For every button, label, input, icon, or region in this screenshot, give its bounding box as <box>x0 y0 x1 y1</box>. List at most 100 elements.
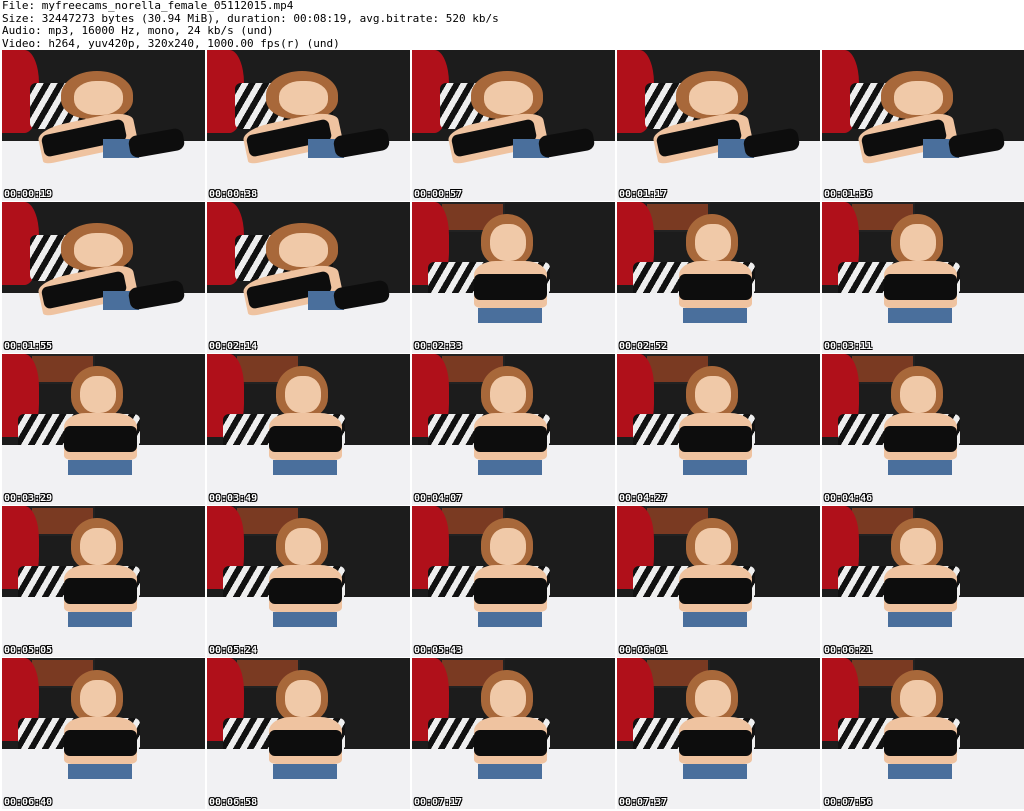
person-figure <box>22 223 187 344</box>
video-thumbnail: 00:06:40 <box>2 658 205 809</box>
black-top <box>883 577 957 604</box>
denim-shorts <box>683 611 748 628</box>
timestamp-label: 00:07:17 <box>414 797 463 808</box>
denim-shorts <box>478 459 543 476</box>
face <box>900 680 936 717</box>
video-thumbnail: 00:07:17 <box>412 658 615 809</box>
face <box>490 528 526 565</box>
video-thumbnail: 00:02:52 <box>617 202 820 353</box>
stockings <box>333 278 392 310</box>
timestamp-label: 00:04:07 <box>414 493 463 504</box>
face <box>900 224 936 261</box>
face <box>484 80 533 115</box>
black-top <box>678 577 752 604</box>
stockings <box>538 126 597 158</box>
face <box>285 376 321 413</box>
black-top <box>473 577 547 604</box>
thumbnail-grid: 00:00:19 00:00:38 00:00:57 00:01:17 00:01:36… <box>0 50 1024 811</box>
face <box>80 376 116 413</box>
face <box>279 80 328 115</box>
timestamp-label: 00:01:36 <box>824 189 873 200</box>
face <box>900 528 936 565</box>
video-thumbnail: 00:01:17 <box>617 50 820 201</box>
timestamp-label: 00:06:40 <box>4 797 53 808</box>
video-thumbnail: 00:01:55 <box>2 202 205 353</box>
video-thumbnail: 00:03:49 <box>207 354 410 505</box>
black-top <box>678 273 752 300</box>
black-top <box>678 425 752 452</box>
black-top <box>473 729 547 756</box>
video-thumbnail: 00:00:19 <box>2 50 205 201</box>
video-thumbnail: 00:04:46 <box>822 354 1024 505</box>
video-thumbnail: 00:02:33 <box>412 202 615 353</box>
timestamp-label: 00:03:29 <box>4 493 53 504</box>
timestamp-label: 00:01:17 <box>619 189 668 200</box>
timestamp-label: 00:00:19 <box>4 189 53 200</box>
video-thumbnail: 00:05:43 <box>412 506 615 657</box>
person-figure <box>248 518 366 648</box>
denim-shorts <box>478 611 543 628</box>
timestamp-label: 00:05:05 <box>4 645 53 656</box>
face <box>74 232 123 267</box>
person-figure <box>43 670 161 800</box>
black-top <box>883 729 957 756</box>
black-top <box>473 425 547 452</box>
timestamp-label: 00:00:57 <box>414 189 463 200</box>
person-figure <box>842 71 1007 192</box>
face <box>490 376 526 413</box>
denim-shorts <box>888 307 953 324</box>
face <box>285 680 321 717</box>
black-top <box>268 425 342 452</box>
person-figure <box>637 71 802 192</box>
video-thumbnail: 00:00:57 <box>412 50 615 201</box>
black-top <box>883 425 957 452</box>
person-figure <box>453 518 571 648</box>
timestamp-label: 00:06:21 <box>824 645 873 656</box>
person-figure <box>863 366 981 496</box>
face <box>74 80 123 115</box>
face <box>689 80 738 115</box>
video-thumbnail: 00:04:27 <box>617 354 820 505</box>
file-info-header: File: myfreecams_norella_female_05112015… <box>2 0 1020 50</box>
stockings <box>333 126 392 158</box>
timestamp-label: 00:02:52 <box>619 341 668 352</box>
video-line: Video: h264, yuv420p, 320x240, 1000.00 f… <box>2 36 340 50</box>
timestamp-label: 00:04:46 <box>824 493 873 504</box>
denim-shorts <box>888 611 953 628</box>
video-thumbnail: 00:01:36 <box>822 50 1024 201</box>
face <box>695 376 731 413</box>
face <box>900 376 936 413</box>
face <box>695 680 731 717</box>
stockings <box>743 126 802 158</box>
timestamp-label: 00:03:49 <box>209 493 258 504</box>
black-top <box>63 577 137 604</box>
video-thumbnail: 00:00:38 <box>207 50 410 201</box>
face <box>80 680 116 717</box>
person-figure <box>863 518 981 648</box>
denim-shorts <box>683 763 748 780</box>
person-figure <box>248 670 366 800</box>
video-thumbnail: 00:02:14 <box>207 202 410 353</box>
video-thumbnail: 00:05:05 <box>2 506 205 657</box>
video-thumbnail: 00:03:11 <box>822 202 1024 353</box>
black-top <box>63 425 137 452</box>
denim-shorts <box>683 459 748 476</box>
stockings <box>948 126 1007 158</box>
timestamp-label: 00:00:38 <box>209 189 258 200</box>
person-figure <box>432 71 597 192</box>
file-line: File: myfreecams_norella_female_05112015… <box>2 0 294 12</box>
face <box>279 232 328 267</box>
timestamp-label: 00:05:24 <box>209 645 258 656</box>
person-figure <box>658 518 776 648</box>
person-figure <box>248 366 366 496</box>
face <box>285 528 321 565</box>
person-figure <box>658 366 776 496</box>
denim-shorts <box>273 763 338 780</box>
face <box>695 528 731 565</box>
denim-shorts <box>888 763 953 780</box>
person-figure <box>43 366 161 496</box>
timestamp-label: 00:06:01 <box>619 645 668 656</box>
timestamp-label: 00:02:14 <box>209 341 258 352</box>
video-thumbnail: 00:06:58 <box>207 658 410 809</box>
person-figure <box>453 214 571 344</box>
